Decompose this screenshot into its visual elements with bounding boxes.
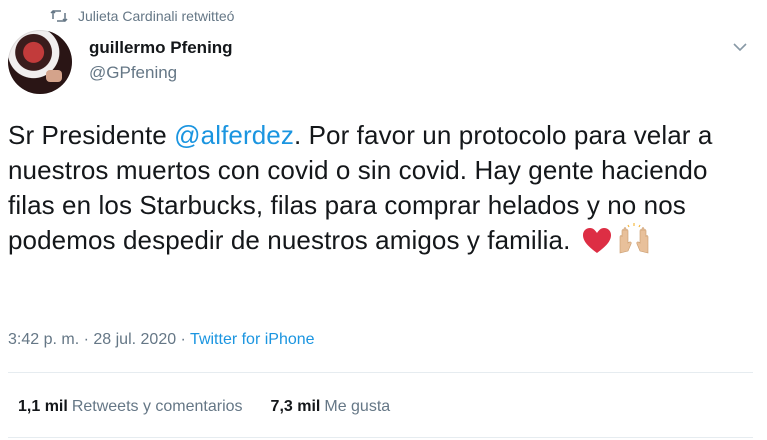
- tweet-stats: 1,1 mil Retweets y comentarios 7,3 mil Me …: [18, 398, 390, 416]
- likes-stat[interactable]: 7,3 mil Me gusta: [271, 398, 391, 416]
- meta-separator: ·: [79, 331, 94, 348]
- raised-hands-icon: [616, 223, 652, 264]
- meta-separator: ·: [176, 331, 191, 348]
- retweets-label: Retweets y comentarios: [71, 398, 243, 415]
- chevron-down-icon[interactable]: [731, 38, 749, 56]
- tweet-date[interactable]: 28 jul. 2020: [93, 331, 176, 348]
- retweet-icon: [50, 9, 68, 23]
- tweet-text: Sr Presidente @alferdez. Por favor un pr…: [8, 118, 753, 264]
- mention-link[interactable]: @alferdez: [174, 120, 294, 150]
- tweet-text-start: Sr Presidente: [8, 120, 175, 150]
- author-block[interactable]: guillermo Pfening @GPfening: [89, 38, 233, 83]
- red-heart-icon: [582, 227, 612, 264]
- tweet-source-link[interactable]: Twitter for iPhone: [190, 331, 315, 348]
- likes-label: Me gusta: [324, 398, 391, 415]
- retweets-stat[interactable]: 1,1 mil Retweets y comentarios: [18, 398, 243, 416]
- retweet-text[interactable]: Julieta Cardinali retwitteó: [78, 8, 234, 24]
- divider: [8, 372, 753, 373]
- retweet-context: Julieta Cardinali retwitteó: [50, 8, 234, 24]
- likes-count: 7,3 mil: [270, 398, 321, 415]
- display-name[interactable]: guillermo Pfening: [89, 38, 233, 58]
- retweets-count: 1,1 mil: [18, 398, 68, 415]
- avatar[interactable]: [8, 30, 72, 94]
- divider: [8, 437, 753, 438]
- tweet-time[interactable]: 3:42 p. m.: [8, 331, 79, 348]
- tweet-meta: 3:42 p. m. · 28 jul. 2020 · Twitter for …: [8, 331, 315, 349]
- handle[interactable]: @GPfening: [89, 63, 233, 83]
